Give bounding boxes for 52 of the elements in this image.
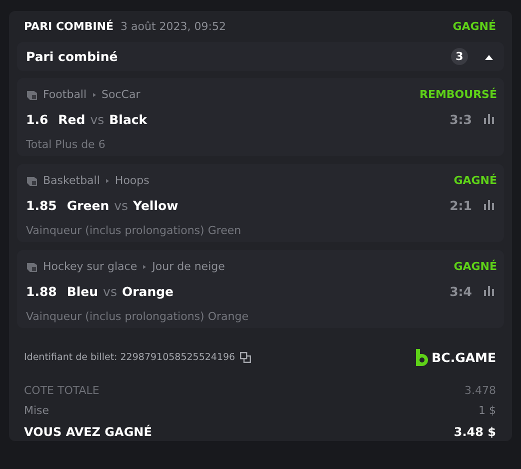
stats-icon (484, 286, 495, 296)
match-score: 3:3 (450, 112, 472, 126)
bet-date: 3 août 2023, 09:52 (120, 20, 227, 33)
sport-icon (26, 88, 38, 100)
sport-icon (26, 260, 38, 272)
copy-icon[interactable] (240, 352, 252, 362)
market-label: Vainqueur (inclus prolongations) Green (26, 224, 242, 237)
versus-label: vs (90, 112, 104, 126)
bet-status: GAGNÉ (452, 20, 496, 33)
team-name: Black (109, 112, 148, 126)
sport-name: Hockey sur glace (43, 260, 138, 273)
ticket-id: Identifiant de billet: 2298791058525524196 (24, 352, 236, 362)
total-value: 3.478 (464, 384, 496, 396)
match-score: 2:1 (450, 198, 472, 212)
combo-header[interactable]: Pari combiné 3 (17, 42, 504, 71)
total-label: VOUS AVEZ GAGNÉ (24, 425, 153, 439)
stats-icon (484, 114, 495, 124)
league-name: SocCar (102, 88, 140, 101)
result-status: GAGNÉ (454, 174, 497, 187)
chevron-icon (142, 262, 148, 270)
brand-logo-icon (414, 348, 428, 366)
total-label: Mise (24, 404, 50, 416)
sport-icon (26, 174, 38, 186)
result-status: GAGNÉ (454, 260, 497, 273)
result-status: REMBOURSÉ (419, 88, 497, 101)
team-name: Green (66, 198, 110, 212)
selection-count: 3 (451, 48, 468, 65)
versus-label: vs (103, 284, 117, 298)
odds-value: 1.6 (26, 112, 48, 126)
team-name: Bleu (66, 284, 98, 298)
team-name: Yellow (133, 198, 178, 212)
total-label: COTE TOTALE (24, 384, 100, 396)
team-name: Orange (122, 284, 174, 298)
odds-value: 1.85 (26, 198, 57, 212)
league-name: Hoops (114, 174, 150, 187)
total-value: 3.48 $ (454, 425, 496, 439)
total-value: 1 $ (478, 404, 496, 416)
match-score: 3:4 (450, 284, 472, 298)
brand-name: BC.GAME (432, 350, 496, 364)
versus-label: vs (114, 198, 128, 212)
combo-title: Pari combiné (26, 49, 119, 64)
odds-value: 1.88 (26, 284, 57, 298)
sport-name: Basketball (43, 174, 100, 187)
chevron-icon (104, 176, 110, 184)
sport-name: Football (43, 88, 87, 101)
team-name: Red (58, 112, 86, 126)
league-name: Jour de neige (152, 260, 225, 273)
chevron-icon (92, 90, 97, 98)
market-label: Vainqueur (inclus prolongations) Orange (26, 310, 250, 323)
stats-icon (484, 200, 495, 210)
market-label: Total Plus de 6 (26, 138, 106, 151)
bet-type-title: PARI COMBINÉ (24, 20, 114, 33)
